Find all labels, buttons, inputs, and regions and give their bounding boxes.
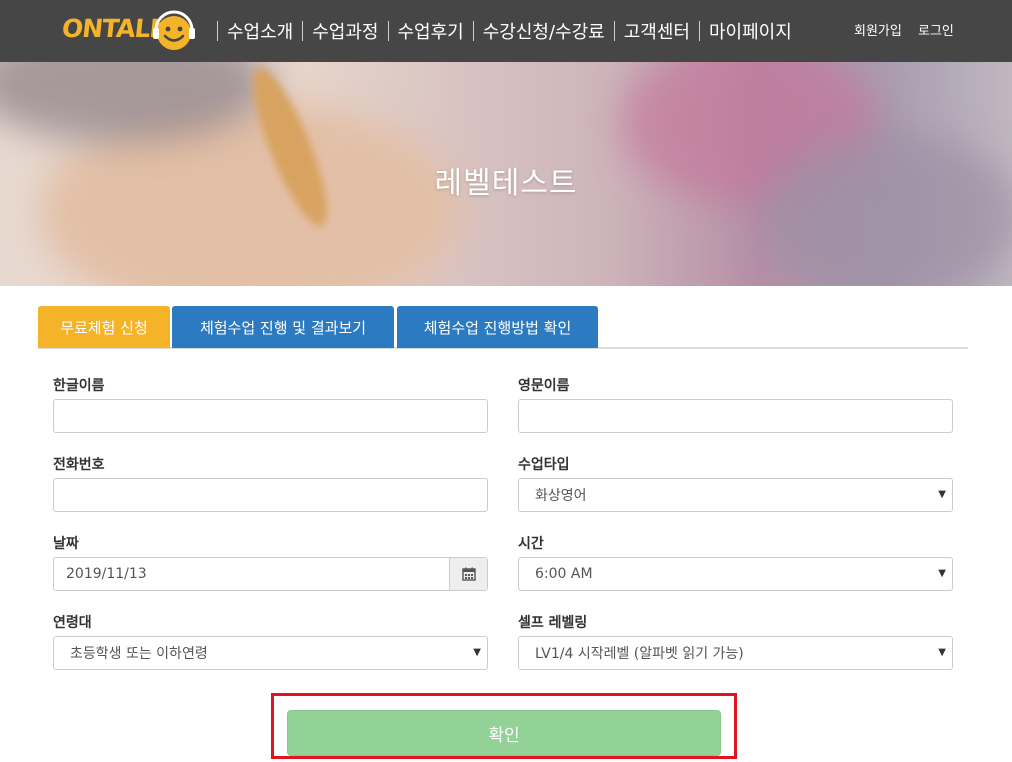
- menu-label: 수업소개: [227, 22, 294, 43]
- phone-label: 전화번호: [53, 457, 105, 473]
- menu-divider: [217, 21, 218, 41]
- self-level-select[interactable]: LV1/4 시작레벨 (알파벳 읽기 가능) ▼: [518, 636, 953, 670]
- time-value: 6:00 AM: [535, 566, 593, 582]
- calendar-icon: [461, 567, 476, 581]
- caret-down-icon: ▼: [938, 489, 946, 500]
- menu-item-support[interactable]: 고객센터: [607, 0, 692, 62]
- menu-label: 수업후기: [397, 22, 464, 43]
- smiley-headset-icon: [153, 10, 195, 50]
- korean-name-label: 한글이름: [53, 378, 105, 394]
- login-link[interactable]: 로그인: [918, 20, 954, 39]
- self-level-value: LV1/4 시작레벨 (알파벳 읽기 가능): [535, 646, 744, 662]
- time-label: 시간: [518, 536, 544, 552]
- tab-trial-guide[interactable]: 체험수업 진행방법 확인: [397, 306, 598, 348]
- ontalk-logo[interactable]: ONTALK: [58, 4, 204, 58]
- menu-divider: [302, 21, 304, 41]
- menu-item-intro[interactable]: 수업소개: [210, 0, 295, 62]
- korean-name-input[interactable]: [53, 399, 488, 433]
- date-input[interactable]: 2019/11/13: [53, 557, 488, 591]
- menu-label: 수강신청/수강료: [482, 22, 605, 43]
- menu-item-enrollment[interactable]: 수강신청/수강료: [466, 0, 607, 62]
- english-name-input[interactable]: [518, 399, 953, 433]
- age-select[interactable]: 초등학생 또는 이하연령 ▼: [53, 636, 488, 670]
- menu-item-mypage[interactable]: 마이페이지: [692, 0, 794, 62]
- confirm-button[interactable]: 확인: [287, 710, 721, 756]
- tab-trial-results[interactable]: 체험수업 진행 및 결과보기: [172, 306, 394, 348]
- menu-divider: [698, 21, 700, 41]
- menu-label: 고객센터: [623, 22, 690, 43]
- self-level-label: 셀프 레벨링: [518, 615, 588, 631]
- class-type-label: 수업타입: [518, 457, 570, 473]
- age-label: 연령대: [53, 615, 92, 631]
- phone-input[interactable]: [53, 478, 488, 512]
- menu-divider: [472, 21, 474, 41]
- menu-item-courses[interactable]: 수업과정: [295, 0, 380, 62]
- signup-link[interactable]: 회원가입: [854, 20, 902, 39]
- date-label: 날짜: [53, 536, 79, 552]
- caret-down-icon: ▼: [473, 647, 481, 658]
- caret-down-icon: ▼: [938, 568, 946, 579]
- class-type-value: 화상영어: [535, 488, 587, 504]
- age-value: 초등학생 또는 이하연령: [70, 646, 208, 662]
- menu-item-reviews[interactable]: 수업후기: [381, 0, 466, 62]
- menu-divider: [613, 21, 615, 41]
- class-type-select[interactable]: 화상영어 ▼: [518, 478, 953, 512]
- time-select[interactable]: 6:00 AM ▼: [518, 557, 953, 591]
- tab-free-trial[interactable]: 무료체험 신청: [38, 306, 170, 348]
- tab-bar: 무료체험 신청 체험수업 진행 및 결과보기 체험수업 진행방법 확인: [38, 306, 968, 349]
- menu-divider: [387, 21, 389, 41]
- date-value: 2019/11/13: [66, 566, 147, 582]
- caret-down-icon: ▼: [938, 647, 946, 658]
- hero-banner: 레벨테스트: [0, 62, 1012, 286]
- menu-label: 수업과정: [312, 22, 379, 43]
- top-navbar: ONTALK 수업소개 수업과정 수업후기 수강신청/수강료 고객센터 마이페이…: [0, 0, 1012, 62]
- main-menu: 수업소개 수업과정 수업후기 수강신청/수강료 고객센터 마이페이지: [210, 0, 794, 62]
- date-picker-button[interactable]: [449, 558, 487, 590]
- page-title: 레벨테스트: [434, 166, 578, 201]
- english-name-label: 영문이름: [518, 378, 570, 394]
- menu-label: 마이페이지: [708, 22, 792, 43]
